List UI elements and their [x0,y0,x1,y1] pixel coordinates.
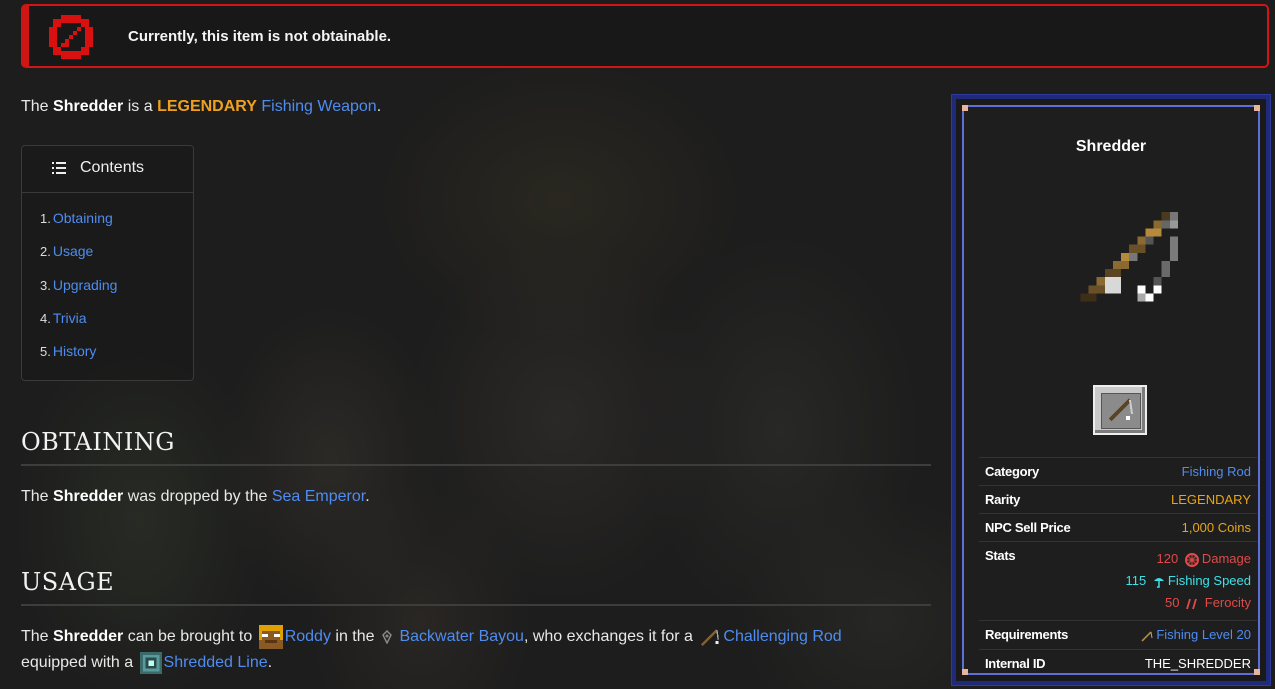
infobox-panel: Shredder Category Fishing Rod Rarity LEG… [962,105,1260,677]
location-icon [382,629,392,644]
fishing-rod-icon [1141,630,1153,642]
roddy-head-icon [258,624,283,649]
row-internal-id: Internal ID THE_SHREDDER [979,648,1257,677]
toc-title: Contents [80,159,145,176]
fishing-weapon-link[interactable]: Fishing Weapon [261,98,376,115]
toc-list: 1. Obtaining 2. Usage 3. Upgrading 4. Trivia… [40,210,117,376]
toc-item-obtaining: 1. Obtaining [40,210,113,226]
item-infobox: Shredder Category Fishing Rod Rarity LEG… [951,94,1271,686]
intro-paragraph: The Shredder is a LEGENDARY Fishing Weap… [21,98,382,115]
row-sell-price: NPC Sell Price 1,000 Coins [979,513,1257,542]
infobox-corner [1254,105,1260,111]
toc-link-usage[interactable]: Usage [53,243,93,259]
stat-ferocity: 50 Ferocity [1165,595,1251,610]
rarity-value: LEGENDARY [1111,485,1257,514]
row-rarity: Rarity LEGENDARY [979,485,1257,514]
damage-icon [1184,552,1199,567]
toc-link-obtaining[interactable]: Obtaining [53,210,113,226]
banner-text: Currently, this item is not obtainable. [128,28,392,45]
fishing-speed-icon [1153,577,1164,588]
item-name: Shredder [53,98,124,115]
category-link[interactable]: Fishing Rod [1182,464,1251,479]
toc-link-trivia[interactable]: Trivia [53,310,87,326]
sell-price-value: 1,000 Coins [1111,513,1257,542]
shredder-rod-image [1080,212,1178,302]
item-slot [1093,385,1147,435]
toc-item-upgrading: 3. Upgrading [40,276,118,293]
row-requirements: Requirements Fishing Level 20 [979,620,1257,650]
rarity-label: LEGENDARY [157,98,257,115]
usage-heading: USAGE [21,568,931,606]
usage-paragraph-line2: equipped with a Shredded Line. [21,650,272,676]
challenging-rod-icon [701,628,720,646]
shredded-line-link[interactable]: Shredded Line [164,654,268,671]
no-entry-icon [49,15,93,59]
ferocity-icon [1186,598,1198,609]
obtaining-paragraph: The Shredder was dropped by the Sea Empe… [21,488,370,505]
not-obtainable-banner: Currently, this item is not obtainable. [21,4,1269,68]
toc-item-trivia: 4. Trivia [40,309,87,326]
challenging-rod-link[interactable]: Challenging Rod [723,628,841,645]
fishing-level-link[interactable]: Fishing Level 20 [1156,627,1251,642]
toc-link-history[interactable]: History [53,343,97,359]
infobox-title: Shredder [1075,138,1147,155]
toc-link-upgrading[interactable]: Upgrading [53,277,118,293]
list-icon [52,162,66,174]
internal-id-value: THE_SHREDDER [1111,648,1257,677]
row-category: Category Fishing Rod [979,457,1257,486]
roddy-link[interactable]: Roddy [285,628,331,645]
stat-damage: 120 Damage [1156,551,1251,567]
infobox-corner [962,105,968,111]
infobox-stats-table: Category Fishing Rod Rarity LEGENDARY NP… [979,457,1257,677]
backwater-bayou-link[interactable]: Backwater Bayou [399,628,524,645]
obtaining-heading: OBTAINING [21,428,931,466]
table-of-contents: Contents 1. Obtaining 2. Usage 3. Upgrading… [21,145,194,381]
toc-item-usage: 2. Usage [40,243,94,260]
row-stats: Stats 120 Damage 115 Fishing Speed 50 Fe… [979,541,1257,621]
shredder-rod-thumbnail-icon [1108,398,1133,422]
stat-fishing-speed: 115 Fishing Speed [1125,573,1251,588]
toc-header[interactable]: Contents [22,146,193,193]
shredded-line-icon [139,651,162,674]
toc-item-history: 5. History [40,343,97,360]
infobox-corner [962,669,968,675]
sea-emperor-link[interactable]: Sea Emperor [272,488,365,505]
usage-paragraph-line1: The Shredder can be brought to Roddy in … [21,624,842,650]
